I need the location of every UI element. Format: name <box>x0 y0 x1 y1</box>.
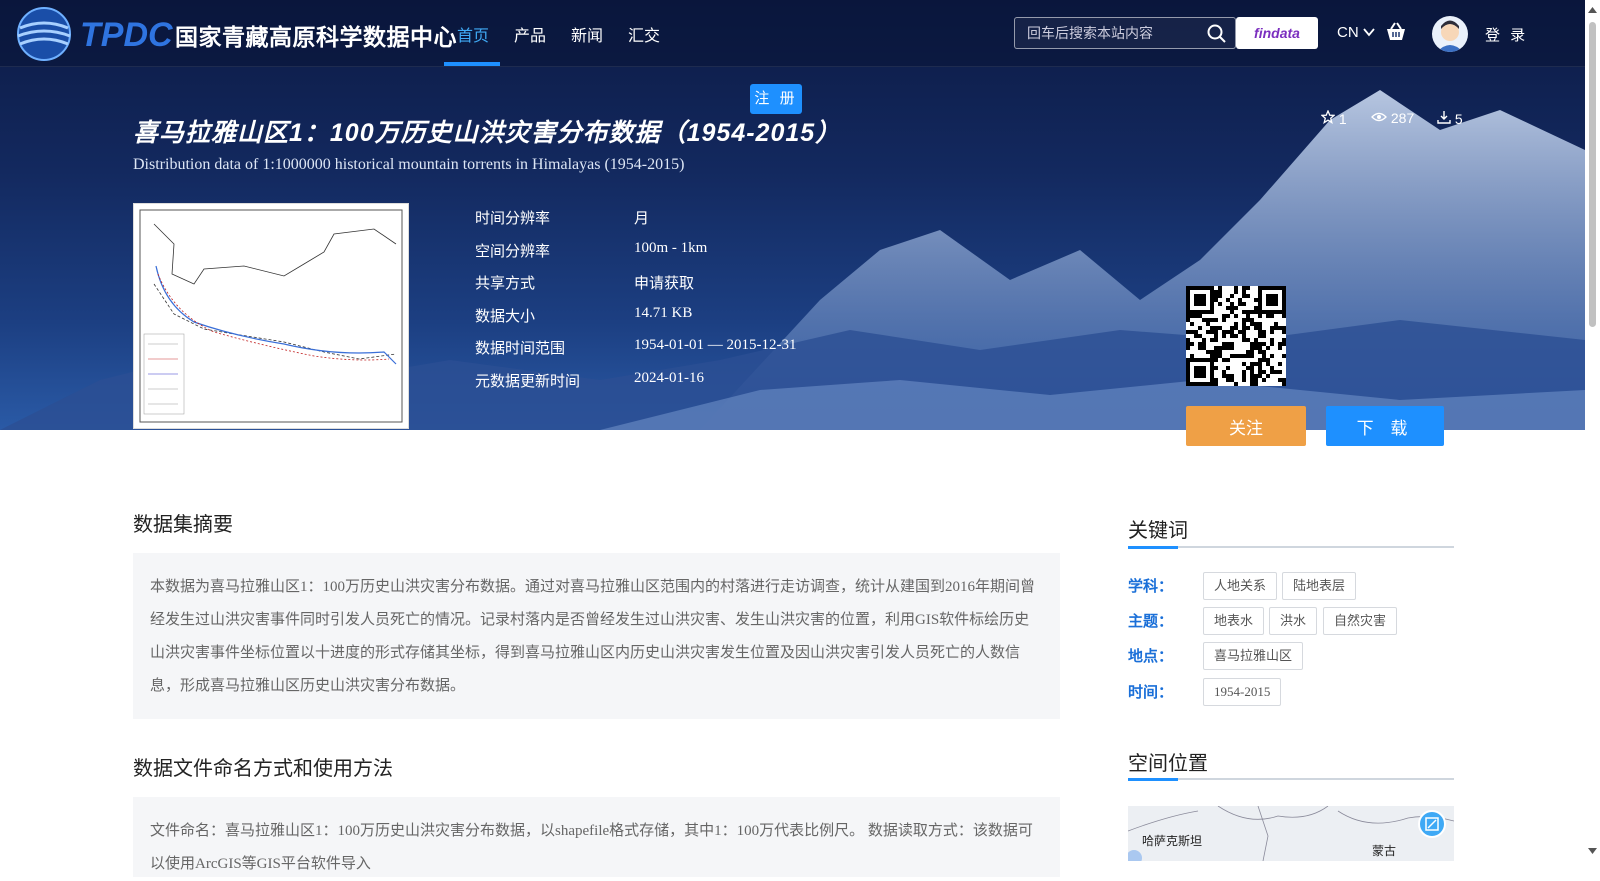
star-icon <box>1320 109 1336 125</box>
meta-label-sharing: 共享方式 <box>475 275 536 292</box>
site-name: 国家青藏高原科学数据中心 <box>175 24 457 50</box>
search-box <box>1014 17 1236 49</box>
register-button[interactable]: 注 册 <box>750 84 802 114</box>
qr-code-image <box>1186 286 1286 386</box>
keyword-tag[interactable]: 人地关系 <box>1203 572 1278 600</box>
logo-text: TPDC <box>80 16 173 54</box>
meta-value-updated: 2024-01-16 <box>634 370 704 386</box>
download-count: 5 <box>1437 110 1463 127</box>
dataset-title-en: Distribution data of 1:1000000 historica… <box>133 156 685 173</box>
scroll-up-arrow-icon[interactable] <box>1585 4 1600 16</box>
keyword-tag[interactable]: 喜马拉雅山区 <box>1203 642 1304 670</box>
keyword-tag[interactable]: 陆地表层 <box>1282 572 1357 600</box>
scroll-down-arrow-icon[interactable] <box>1585 845 1600 857</box>
meta-label-time-range: 数据时间范围 <box>475 340 566 357</box>
meta-label-spatial-resolution: 空间分辨率 <box>475 243 551 260</box>
top-navbar: TPDC 国家青藏高原科学数据中心 首页 产品 新闻 汇交 findata CN <box>0 0 1585 67</box>
findata-button[interactable]: findata <box>1236 17 1318 49</box>
search-icon[interactable] <box>1207 24 1227 44</box>
abstract-heading: 数据集摘要 <box>133 514 233 536</box>
download-count-value: 5 <box>1454 111 1463 127</box>
meta-value-time-resolution: 月 <box>634 211 650 227</box>
meta-value-sharing: 申请获取 <box>634 276 695 292</box>
dataset-thumbnail[interactable] <box>133 203 409 429</box>
keyword-label-theme: 主题： <box>1128 613 1174 630</box>
language-label: CN <box>1337 24 1359 41</box>
abstract-text: 本数据为喜马拉雅山区1：100万历史山洪灾害分布数据。通过对喜马拉雅山区范围内的… <box>133 553 1060 719</box>
follow-button[interactable]: 关注 <box>1186 406 1306 446</box>
nav-submit[interactable]: 汇交 <box>628 22 660 46</box>
nav-active-indicator <box>444 62 500 66</box>
qr-code <box>1186 286 1286 386</box>
search-input[interactable] <box>1025 18 1205 48</box>
hero-banner: TPDC 国家青藏高原科学数据中心 首页 产品 新闻 汇交 findata CN <box>0 0 1585 430</box>
follow-count-value: 1 <box>1338 111 1347 127</box>
scrollbar[interactable] <box>1585 0 1600 861</box>
keyword-tag[interactable]: 1954-2015 <box>1203 678 1282 706</box>
dataset-title: 喜马拉雅山区1：100万历史山洪灾害分布数据（1954-2015） <box>133 119 842 147</box>
thumbnail-map-image <box>139 209 403 423</box>
naming-text: 文件命名：喜马拉雅山区1：100万历史山洪灾害分布数据，以shapefile格式… <box>133 797 1060 877</box>
user-icon <box>1437 20 1463 52</box>
keyword-label-subject: 学科： <box>1128 578 1174 595</box>
language-selector[interactable]: CN <box>1337 24 1375 41</box>
keyword-label-time: 时间： <box>1128 684 1174 701</box>
login-link[interactable]: 登 录 <box>1485 24 1528 45</box>
eye-icon <box>1371 112 1387 122</box>
nav-home[interactable]: 首页 <box>457 22 489 46</box>
fullscreen-map-button[interactable] <box>1418 810 1446 838</box>
keywords-heading: 关键词 <box>1128 520 1188 542</box>
spatial-heading: 空间位置 <box>1128 753 1208 775</box>
keyword-label-place: 地点： <box>1128 648 1174 665</box>
expand-icon <box>1425 817 1439 831</box>
meta-label-updated: 元数据更新时间 <box>475 373 581 390</box>
basket-icon[interactable] <box>1385 22 1407 42</box>
meta-value-size: 14.71 KB <box>634 305 693 321</box>
avatar[interactable] <box>1432 16 1468 52</box>
meta-label-time-resolution: 时间分辨率 <box>475 210 551 227</box>
nav-news[interactable]: 新闻 <box>571 22 603 46</box>
follow-count: 1 <box>1320 109 1347 127</box>
meta-label-size: 数据大小 <box>475 308 536 325</box>
meta-value-spatial-resolution: 100m - 1km <box>634 240 708 256</box>
map-label: 蒙古 <box>1372 844 1397 858</box>
naming-heading: 数据文件命名方式和使用方法 <box>133 758 393 780</box>
scrollbar-thumb[interactable] <box>1589 22 1596 327</box>
download-button[interactable]: 下 载 <box>1326 406 1444 446</box>
keyword-tag[interactable]: 地表水 <box>1203 607 1265 635</box>
spatial-map[interactable]: 哈萨克斯坦 蒙古 <box>1128 806 1454 861</box>
spatial-divider <box>1128 778 1454 781</box>
keyword-tag[interactable]: 洪水 <box>1269 607 1318 635</box>
keyword-tag[interactable]: 自然灾害 <box>1323 607 1398 635</box>
download-icon <box>1437 111 1451 124</box>
meta-value-time-range: 1954-01-01 — 2015-12-31 <box>634 337 797 353</box>
keywords-divider <box>1128 546 1454 549</box>
chevron-down-icon <box>1363 28 1375 37</box>
nav-products[interactable]: 产品 <box>514 22 546 46</box>
view-count: 287 <box>1371 110 1414 126</box>
view-count-value: 287 <box>1390 110 1415 126</box>
map-label: 哈萨克斯坦 <box>1142 834 1203 848</box>
